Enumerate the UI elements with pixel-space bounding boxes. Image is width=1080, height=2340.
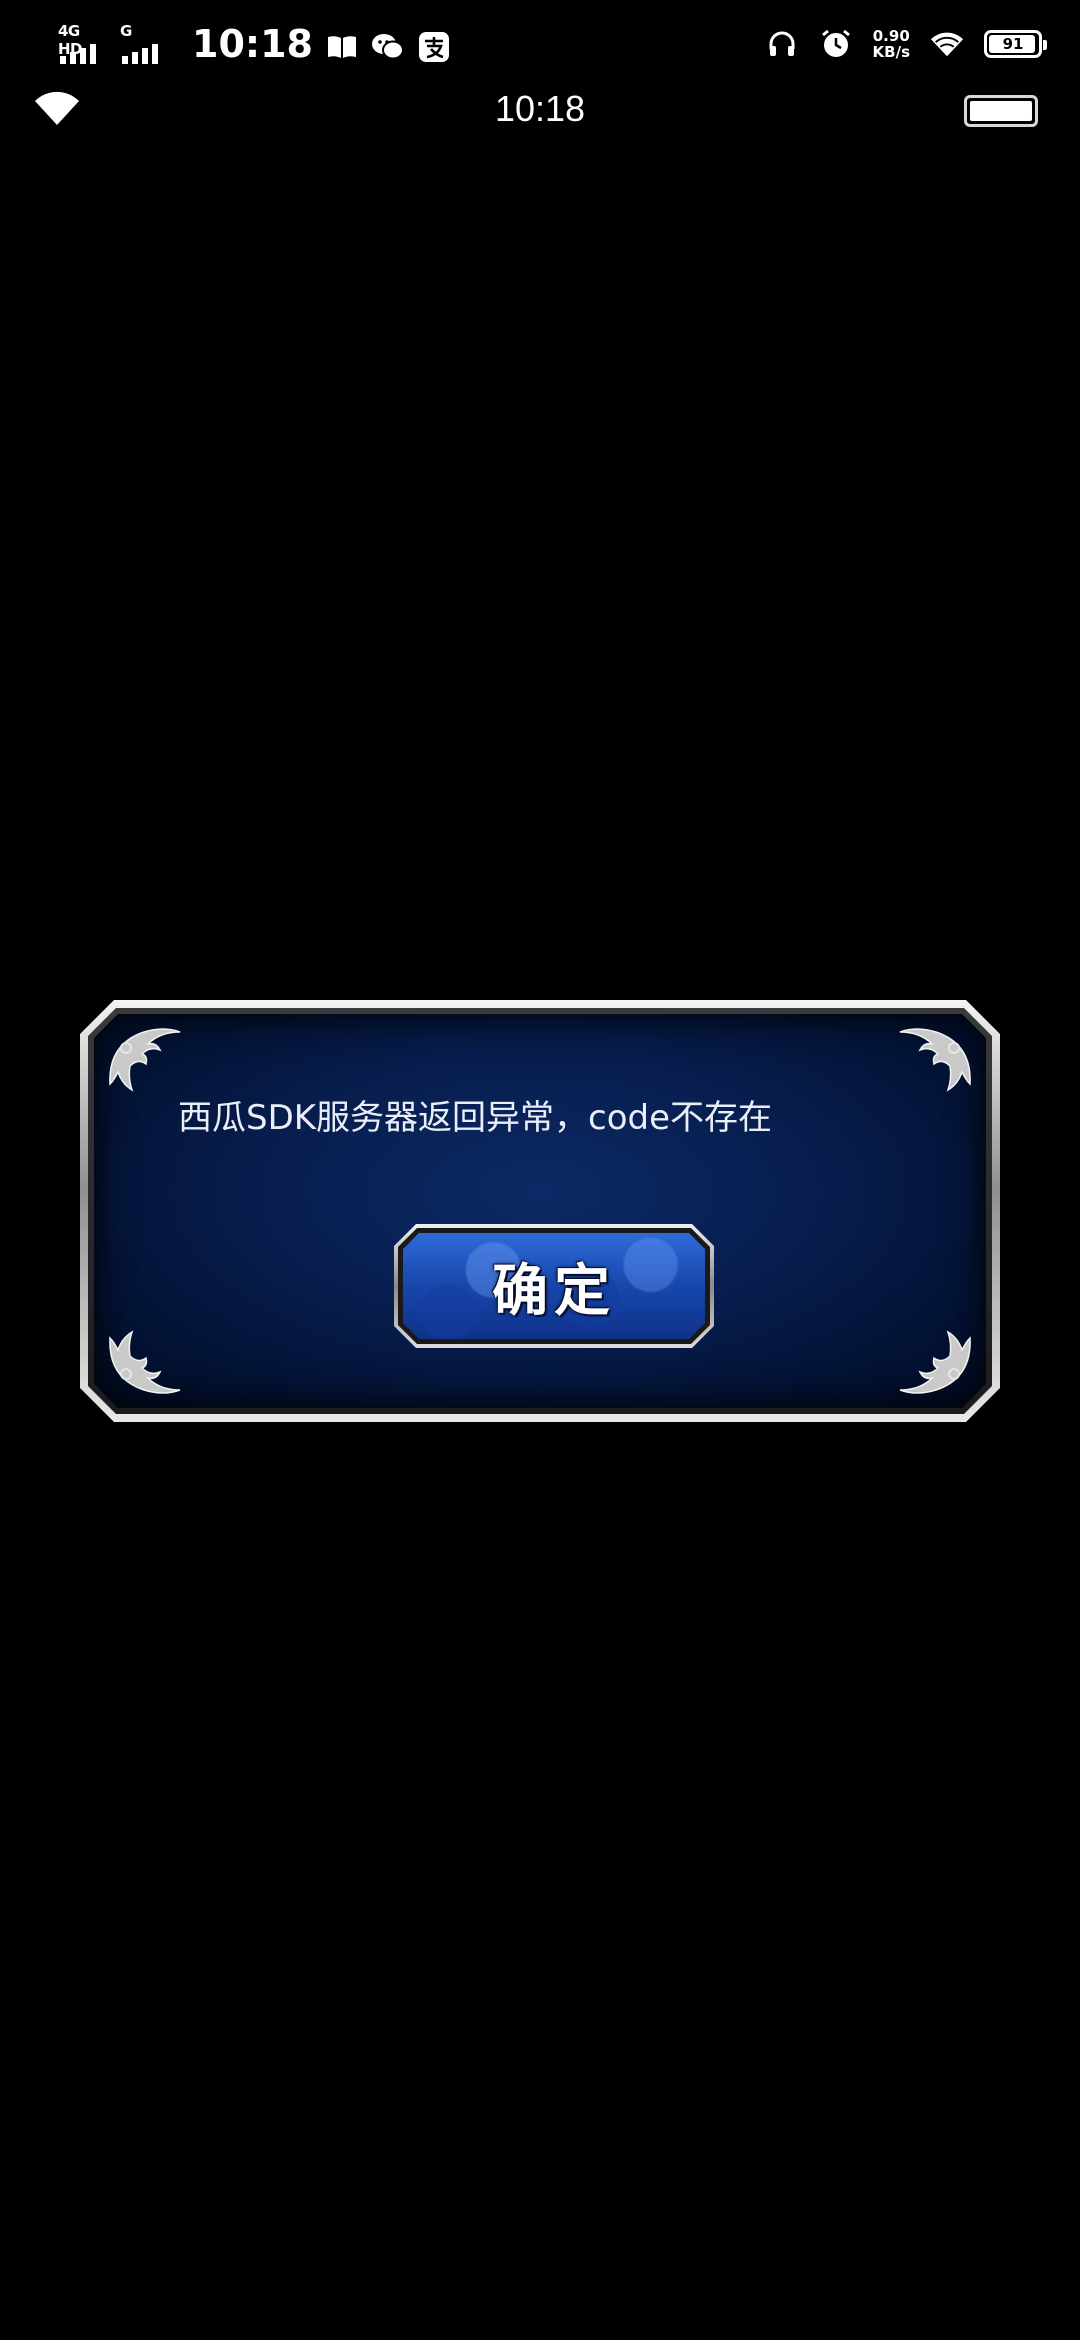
battery-icon	[964, 95, 1038, 127]
network-type-2: G	[120, 22, 132, 40]
dialog-frame: 西瓜SDK服务器返回异常，code不存在 确定	[88, 1008, 992, 1414]
headphones-icon	[765, 27, 799, 61]
battery-level: 91	[1002, 35, 1024, 53]
status-bar-left: 4G HD G 10:18	[58, 20, 451, 64]
error-dialog: 西瓜SDK服务器返回异常，code不存在 确定	[80, 1000, 1000, 1422]
alarm-icon	[819, 27, 853, 61]
signal-1-icon: 4G HD	[58, 22, 108, 64]
corner-ornament-icon	[894, 1316, 976, 1398]
corner-ornament-icon	[104, 1024, 186, 1106]
overlay-bar: 10:18	[0, 84, 1080, 134]
book-icon	[325, 30, 359, 64]
corner-ornament-icon	[104, 1316, 186, 1398]
alipay-icon	[417, 30, 451, 64]
status-bar: 4G HD G 10:18 0.90 KB/s 91	[0, 0, 1080, 84]
battery-icon: 91	[984, 30, 1047, 58]
wechat-icon	[371, 30, 405, 64]
dialog-message: 西瓜SDK服务器返回异常，code不存在	[178, 1098, 773, 1138]
dialog-panel: 西瓜SDK服务器返回异常，code不存在 确定	[94, 1014, 986, 1408]
status-bar-right: 0.90 KB/s 91	[765, 22, 1047, 66]
wifi-icon	[930, 27, 964, 61]
net-speed: 0.90 KB/s	[873, 28, 910, 60]
status-time: 10:18	[192, 22, 313, 66]
confirm-button-label: 确定	[492, 1258, 616, 1324]
net-speed-unit: KB/s	[872, 43, 910, 61]
overlay-time: 10:18	[494, 88, 586, 129]
net-speed-value: 0.90	[872, 27, 910, 45]
corner-ornament-icon	[894, 1024, 976, 1106]
confirm-button[interactable]: 确定	[394, 1224, 714, 1348]
signal-2-icon: G	[120, 22, 170, 64]
